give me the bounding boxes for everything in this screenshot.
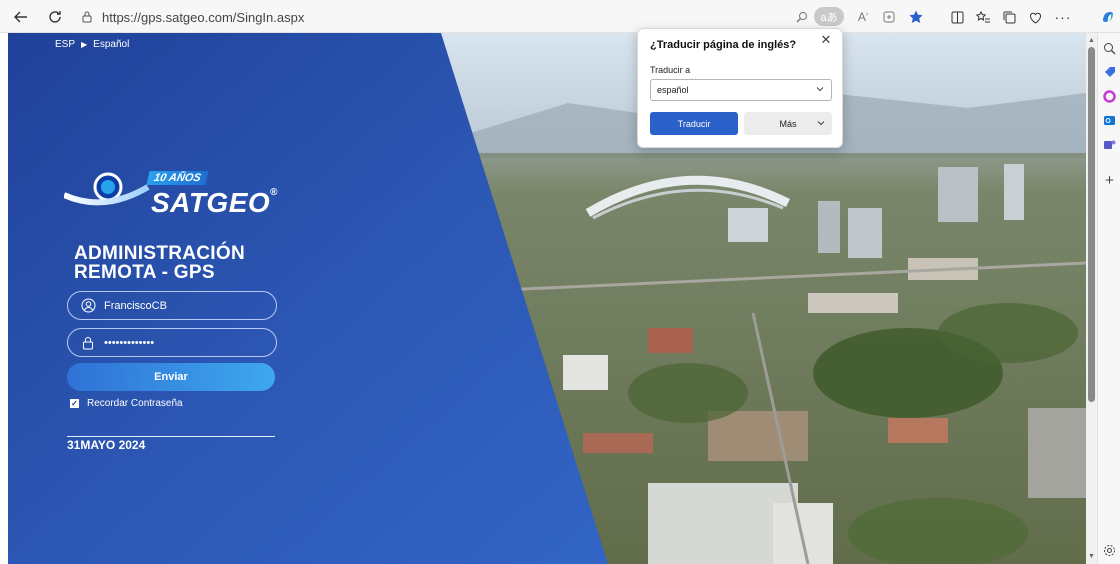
translate-to-label: Traducir a — [650, 65, 691, 75]
translate-button[interactable]: Traducir — [650, 112, 738, 135]
url-text[interactable]: https://gps.satgeo.com/SingIn.aspx — [102, 10, 304, 25]
refresh-icon[interactable] — [42, 4, 68, 30]
close-icon[interactable]: ✕ — [819, 32, 833, 47]
scroll-up-icon[interactable]: ▲ — [1087, 35, 1096, 45]
page-scrollbar[interactable]: ▲ ▼ — [1086, 33, 1097, 564]
copilot-icon[interactable] — [1095, 4, 1120, 30]
lock-icon[interactable] — [78, 8, 96, 26]
scroll-down-icon[interactable]: ▼ — [1087, 551, 1096, 561]
padlock-icon — [80, 335, 96, 351]
chevron-down-icon — [816, 118, 826, 130]
more-options-icon[interactable]: ··· — [1050, 4, 1076, 30]
password-input[interactable] — [102, 335, 262, 350]
translate-popup: ¿Traducir página de inglés? ✕ Traducir a… — [637, 28, 843, 148]
remember-checkbox[interactable]: ✓ — [70, 399, 79, 408]
edge-sidebar: + — [1097, 33, 1120, 564]
username-field[interactable] — [67, 291, 277, 320]
language-selector[interactable]: ESP ▶ Español — [55, 39, 129, 50]
more-button[interactable]: Más — [744, 112, 832, 135]
browser-toolbar: https://gps.satgeo.com/SingIn.aspx aあ A›… — [0, 0, 1120, 33]
split-screen-icon[interactable] — [944, 4, 970, 30]
translate-badge-icon[interactable]: aあ — [814, 7, 844, 26]
collections-icon[interactable] — [996, 4, 1022, 30]
read-aloud-icon[interactable]: A› — [850, 4, 876, 30]
chevron-down-icon — [815, 84, 825, 96]
add-icon[interactable]: + — [1102, 172, 1117, 189]
outlook-icon[interactable] — [1102, 113, 1117, 128]
login-page: ESP ▶ Español 10 AÑOS SATGEO® ADMINISTRA… — [8, 33, 1086, 564]
settings-gear-icon[interactable] — [1102, 543, 1117, 558]
ten-years-badge: 10 AÑOS — [146, 171, 209, 185]
brand-name: SATGEO® — [151, 187, 279, 218]
back-icon[interactable] — [8, 4, 34, 30]
page-title-line2: REMOTA - GPS — [74, 262, 215, 283]
remember-label: Recordar Contraseña — [87, 398, 183, 409]
language-select[interactable]: español — [650, 79, 832, 101]
selected-language[interactable]: español — [657, 85, 689, 95]
user-icon — [80, 298, 96, 314]
address-bar[interactable]: https://gps.satgeo.com/SingIn.aspx — [78, 4, 858, 30]
search-icon[interactable] — [1102, 41, 1117, 56]
popup-title: ¿Traducir página de inglés? — [650, 39, 797, 51]
search-key-icon[interactable] — [789, 4, 815, 30]
scroll-thumb[interactable] — [1088, 47, 1095, 402]
language-arrow-icon: ▶ — [81, 40, 88, 49]
favorites-list-icon[interactable] — [970, 4, 996, 30]
username-input[interactable] — [102, 298, 262, 313]
language-code[interactable]: ESP — [55, 39, 75, 50]
language-name[interactable]: Español — [93, 39, 129, 50]
remember-password-row[interactable]: ✓ Recordar Contraseña — [70, 398, 183, 409]
favorite-star-icon[interactable] — [903, 4, 929, 30]
office-icon[interactable] — [1102, 89, 1117, 104]
more-button-label: Más — [779, 118, 797, 129]
date-text: 31MAYO 2024 — [67, 438, 146, 452]
password-field[interactable] — [67, 328, 277, 357]
app-available-icon[interactable] — [876, 4, 902, 30]
tag-icon[interactable] — [1102, 65, 1117, 80]
browser-essentials-icon[interactable] — [1022, 4, 1048, 30]
divider-line — [67, 436, 275, 437]
submit-button[interactable]: Enviar — [67, 363, 275, 391]
teams-icon[interactable] — [1102, 137, 1117, 152]
